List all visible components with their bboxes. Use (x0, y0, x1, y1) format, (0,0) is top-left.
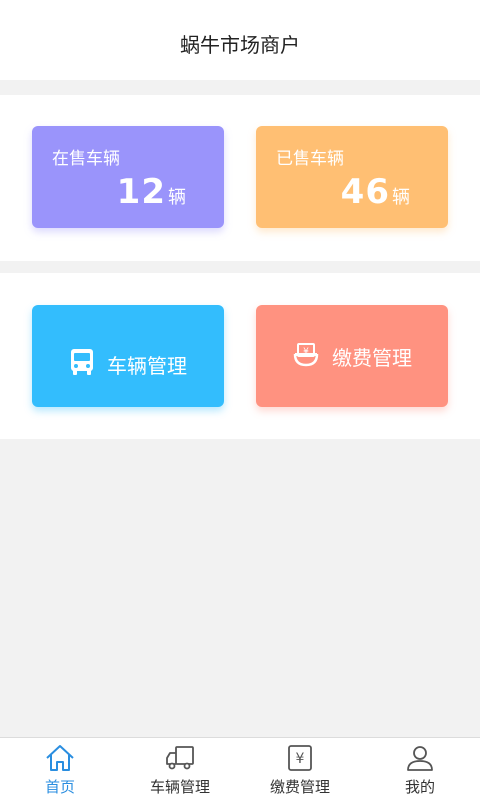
tab-fee-management[interactable]: ¥ 缴费管理 (240, 738, 360, 800)
home-icon (44, 744, 76, 772)
app-header: 蜗牛市场商户 (0, 0, 480, 80)
truck-icon (164, 744, 196, 772)
on-sale-count-group: 12 辆 (117, 172, 186, 212)
tab-fee-management-label: 缴费管理 (269, 778, 330, 796)
tab-vehicle-management-label: 车辆管理 (149, 778, 210, 796)
yen-icon: ¥ (284, 744, 316, 772)
sold-card[interactable]: 已售车辆 46 辆 (256, 126, 448, 228)
on-sale-card[interactable]: 在售车辆 12 辆 (32, 126, 224, 228)
vehicle-management-button[interactable]: 车辆管理 (32, 305, 224, 407)
tab-home-label: 首页 (44, 778, 75, 796)
tab-home[interactable]: 首页 (0, 738, 120, 800)
actions-panel: 车辆管理 ¥ 缴费管理 (0, 273, 480, 439)
tab-mine-label: 我的 (404, 778, 435, 796)
fee-icon: ¥ (292, 340, 320, 372)
page-title: 蜗牛市场商户 (180, 32, 300, 57)
sold-count: 46 (340, 172, 390, 212)
fee-management-button[interactable]: ¥ 缴费管理 (256, 305, 448, 407)
vehicle-management-label: 车辆管理 (107, 353, 187, 378)
bus-icon (69, 348, 95, 380)
fee-management-label: 缴费管理 (332, 345, 412, 370)
sold-label: 已售车辆 (276, 149, 344, 169)
tab-vehicle-management[interactable]: 车辆管理 (120, 738, 240, 800)
on-sale-unit: 辆 (168, 187, 186, 208)
sold-count-group: 46 辆 (341, 172, 410, 212)
svg-text:¥: ¥ (296, 751, 305, 767)
on-sale-label: 在售车辆 (52, 149, 120, 169)
on-sale-count: 12 (116, 172, 166, 212)
bottom-tab-bar: 首页 车辆管理 ¥ 缴费管理 我的 (0, 737, 480, 800)
tab-mine[interactable]: 我的 (360, 738, 480, 800)
user-icon (404, 744, 436, 772)
stats-panel: 在售车辆 12 辆 已售车辆 46 辆 (0, 95, 480, 261)
sold-unit: 辆 (392, 187, 410, 208)
